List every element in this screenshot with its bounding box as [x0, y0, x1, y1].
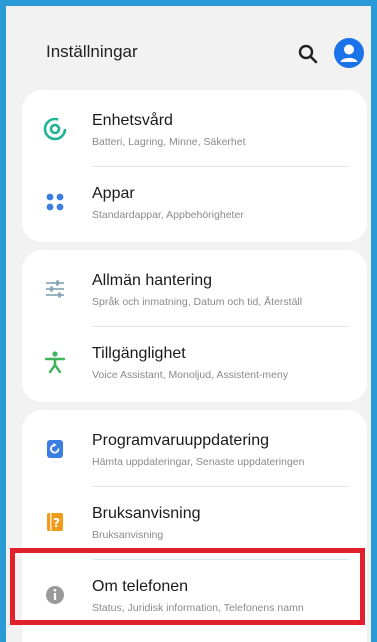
item-label: Programvaruuppdatering	[92, 432, 269, 449]
item-label: Appar	[92, 185, 135, 202]
item-label: Bruksanvisning	[92, 505, 201, 522]
item-sublabel: Batteri, Lagring, Minne, Säkerhet	[92, 136, 246, 148]
settings-group-1: Enhetsvård Batteri, Lagring, Minne, Säke…	[22, 90, 367, 242]
item-sublabel: Språk och inmatning, Datum och tid, Åter…	[92, 296, 303, 308]
apps-icon	[42, 189, 68, 215]
device-care-icon	[42, 116, 68, 142]
item-sublabel: Bruksanvisning	[92, 529, 164, 541]
page-title: Inställningar	[46, 42, 138, 61]
item-sublabel: Hämta uppdateringar, Senaste uppdatering…	[92, 456, 305, 468]
app-frame: Inställningar Enhetsvård Batteri, Lagrin…	[0, 0, 377, 642]
app-header: Inställningar	[12, 12, 365, 90]
settings-item-software-update[interactable]: Programvaruuppdatering Hämta uppdatering…	[22, 414, 367, 486]
software-update-icon	[42, 436, 68, 462]
accessibility-icon	[42, 349, 68, 375]
item-label: Tillgänglighet	[92, 345, 186, 362]
svg-text:?: ?	[53, 516, 60, 530]
search-icon[interactable]	[296, 42, 320, 66]
item-sublabel: Standardappar, Appbehörigheter	[92, 209, 244, 221]
general-management-icon	[42, 276, 68, 302]
settings-group-2: Allmän hantering Språk och inmatning, Da…	[22, 250, 367, 402]
settings-item-accessibility[interactable]: Tillgänglighet Voice Assistant, Monoljud…	[22, 327, 367, 399]
settings-item-device-care[interactable]: Enhetsvård Batteri, Lagring, Minne, Säke…	[22, 94, 367, 166]
settings-item-general-management[interactable]: Allmän hantering Språk och inmatning, Da…	[22, 254, 367, 326]
user-manual-icon: ?	[42, 509, 68, 535]
settings-item-apps[interactable]: Appar Standardappar, Appbehörigheter	[22, 167, 367, 239]
highlight-box	[10, 548, 365, 625]
item-label: Allmän hantering	[92, 272, 213, 289]
item-sublabel: Voice Assistant, Monoljud, Assistent-men…	[92, 369, 289, 381]
profile-icon[interactable]	[334, 38, 364, 68]
item-label: Enhetsvård	[92, 112, 173, 129]
